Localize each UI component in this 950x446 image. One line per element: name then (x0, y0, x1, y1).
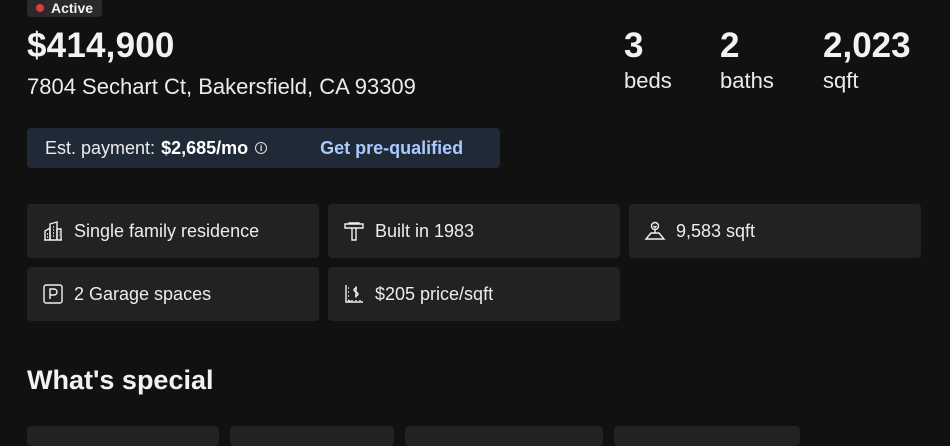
sqft-value: 2,023 (823, 26, 911, 65)
fact-card-home-type: Single family residence (27, 204, 319, 258)
baths-value: 2 (720, 26, 740, 65)
price-per-sqft-icon (343, 283, 365, 305)
whats-special-chip (405, 426, 603, 446)
beds-stat: 3 beds (624, 24, 672, 94)
baths-label: baths (720, 68, 774, 93)
baths-stat: 2 baths (720, 24, 774, 94)
whats-special-chip (27, 426, 219, 446)
beds-label: beds (624, 68, 672, 93)
status-badge: Active (27, 0, 103, 17)
fact-text-year-built: Built in 1983 (375, 220, 475, 241)
payment-value: $2,685/mo (161, 137, 249, 158)
sqft-stat: 2,023 sqft (823, 24, 911, 94)
payment-label: Est. payment: (45, 137, 156, 158)
listing-address: 7804 Sechart Ct, Bakersfield, CA 93309 (27, 74, 416, 99)
whats-special-heading: What's special (27, 365, 214, 395)
building-icon (42, 220, 64, 242)
fact-card-price-per-sqft: $205 price/sqft (328, 267, 620, 321)
fact-card-parking: 2 Garage spaces (27, 267, 319, 321)
fact-card-lot-size: 9,583 sqft (629, 204, 921, 258)
sqft-label: sqft (823, 68, 859, 93)
payment-estimate-bar: Est. payment: $2,685/mo i Get pre-qualif… (27, 128, 500, 168)
status-label: Active (51, 0, 94, 16)
beds-value: 3 (624, 26, 644, 65)
status-dot-icon (36, 3, 44, 12)
whats-special-chip (230, 426, 394, 446)
fact-text-parking: 2 Garage spaces (74, 283, 212, 304)
fact-card-year-built: Built in 1983 (328, 204, 620, 258)
hammer-icon (343, 220, 365, 242)
fact-text-home-type: Single family residence (74, 220, 260, 241)
fact-text-lot-size: 9,583 sqft (676, 220, 756, 241)
info-icon[interactable]: i (255, 142, 268, 154)
whats-special-chip (614, 426, 800, 446)
get-pre-qualified-link[interactable]: Get pre-qualified (320, 138, 463, 159)
lot-size-icon (644, 220, 666, 242)
parking-icon (42, 283, 64, 305)
fact-text-price-per-sqft: $205 price/sqft (375, 283, 494, 304)
listing-price: $414,900 (27, 26, 175, 65)
